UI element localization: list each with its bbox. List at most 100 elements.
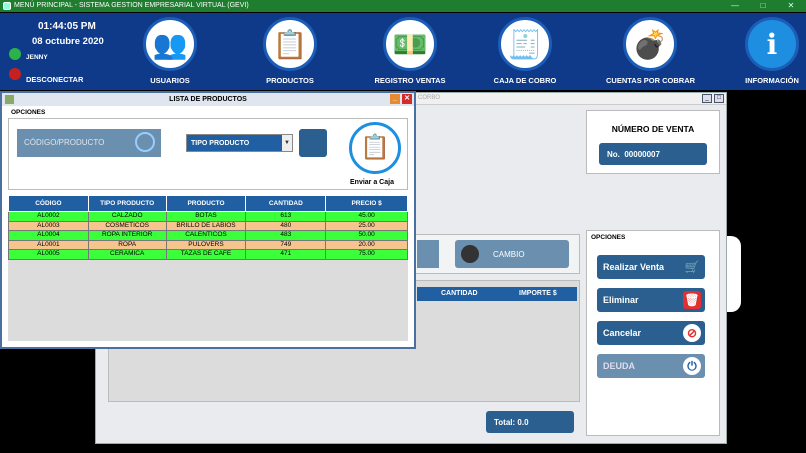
filter-search-button[interactable] <box>299 129 327 157</box>
cambio-field: CAMBIO <box>455 240 569 268</box>
cell: ROPA <box>87 239 167 250</box>
col-cantidad: CANTIDAD <box>441 290 478 297</box>
nav-usuarios[interactable]: 👥 USUARIOS <box>126 17 214 85</box>
cell: 749 <box>245 239 327 250</box>
nav-label: CAJA DE COBRO <box>493 76 557 85</box>
app-logo-icon <box>3 2 11 10</box>
product-opciones-title: OPCIONES <box>11 109 46 116</box>
numero-venta-field: No. 00000007 <box>599 143 707 165</box>
hand-coin-icon <box>461 245 479 263</box>
user-name: JENNY <box>26 54 48 61</box>
side-decor <box>727 236 741 312</box>
nav-informacion[interactable]: i INFORMACIÓN <box>728 17 806 85</box>
money-bomb-icon: 💣 <box>623 17 677 71</box>
money-stack-icon: 💵 <box>383 17 437 71</box>
cell: CALENTICOS <box>165 230 247 241</box>
cancelar-button[interactable]: Cancelar ⊘ <box>597 321 705 345</box>
opciones-title: OPCIONES <box>591 234 626 241</box>
cell: 45.00 <box>325 211 408 222</box>
total-field: Total: 0.0 <box>486 411 574 433</box>
cell: PULOVERS <box>165 239 247 250</box>
numero-value: 00000007 <box>624 149 660 159</box>
top-navigation: 01:44:05 PM 08 octubre 2020 JENNY DESCON… <box>0 13 806 90</box>
numero-venta-title: NÚMERO DE VENTA <box>611 124 695 134</box>
deuda-label: DEUDA <box>603 361 636 371</box>
clipboard-boxes-icon: 📋 <box>263 17 317 71</box>
nav-productos[interactable]: 📋 PRODUCTOS <box>246 17 334 85</box>
enviar-a-caja-label[interactable]: Enviar a Caja <box>350 179 394 186</box>
product-list-title: LISTA DE PRODUCTOS <box>169 96 247 103</box>
cell: 75.00 <box>325 249 408 260</box>
chevron-down-icon[interactable]: ▼ <box>282 135 292 151</box>
cell: 613 <box>245 211 327 222</box>
power-icon: ⏻ <box>683 357 701 375</box>
deuda-button[interactable]: DEUDA ⏻ <box>597 354 705 378</box>
users-icon: 👥 <box>143 17 197 71</box>
cell: BOTAS <box>165 211 247 222</box>
cash-register-icon: 🧾 <box>498 17 552 71</box>
cell: AL0005 <box>8 249 89 260</box>
cell: 20.00 <box>325 239 408 250</box>
cell: 471 <box>245 249 327 260</box>
table-row[interactable]: AL0003 COSMETICOS BRILLO DE LABIOS 480 25.00 <box>8 220 408 231</box>
cancelar-label: Cancelar <box>603 328 642 338</box>
cancel-icon: ⊘ <box>683 324 701 342</box>
col-cantidad[interactable]: CANTIDAD <box>245 195 327 212</box>
nav-registro-ventas[interactable]: 💵 REGISTRO VENTAS <box>366 17 454 85</box>
product-list-close-button[interactable]: ✕ <box>402 94 412 104</box>
search-icon[interactable] <box>135 132 155 152</box>
disconnect-icon[interactable] <box>9 68 21 80</box>
col-precio[interactable]: PRECIO $ <box>325 195 408 212</box>
cell: CERAMICA <box>87 249 167 260</box>
trash-icon: 🗑 <box>683 291 701 309</box>
table-row[interactable]: AL0001 ROPA PULOVERS 749 20.00 <box>8 239 408 250</box>
close-button[interactable]: ✕ <box>780 0 802 12</box>
nav-caja-de-cobro[interactable]: 🧾 CAJA DE COBRO <box>481 17 569 85</box>
cell: CALZADO <box>87 211 167 222</box>
sales-restore-button[interactable]: □ <box>714 94 724 103</box>
col-importe: IMPORTE $ <box>519 290 557 297</box>
partial-field <box>417 240 439 268</box>
title-bar: MENÚ PRINCIPAL - SISTEMA GESTION EMPRESA… <box>0 0 806 12</box>
cambio-label: CAMBIO <box>493 249 525 259</box>
sales-title: CORBO <box>418 95 441 101</box>
product-table: CÓDIGO TIPO PRODUCTO PRODUCTO CANTIDAD P… <box>8 195 408 260</box>
product-list-minimize-button[interactable]: _ <box>390 94 400 104</box>
numero-prefix: No. <box>607 149 620 159</box>
nav-cuentas-por-cobrar[interactable]: 💣 CUENTAS POR COBRAR <box>606 17 695 85</box>
cell: 483 <box>245 230 327 241</box>
nav-label: USUARIOS <box>150 76 190 85</box>
cell: AL0002 <box>8 211 89 222</box>
disconnect-button[interactable]: DESCONECTAR <box>26 75 83 84</box>
realizar-venta-label: Realizar Venta <box>603 262 665 272</box>
product-options-panel: CÓDIGO/PRODUCTO TIPO PRODUCTO ▼ 📋 Enviar … <box>8 118 408 190</box>
product-list-window: LISTA DE PRODUCTOS _ ✕ OPCIONES CÓDIGO/P… <box>0 91 416 349</box>
cell: ROPA INTERIOR <box>87 230 167 241</box>
minimize-button[interactable]: — <box>724 0 746 12</box>
col-producto[interactable]: PRODUCTO <box>165 195 247 212</box>
table-row[interactable]: AL0002 CALZADO BOTAS 613 45.00 <box>8 211 408 222</box>
cell: BRILLO DE LABIOS <box>165 220 247 231</box>
maximize-button[interactable]: □ <box>752 0 774 12</box>
col-tipo-producto[interactable]: TIPO PRODUCTO <box>87 195 167 212</box>
app-title: MENÚ PRINCIPAL - SISTEMA GESTION EMPRESA… <box>14 2 249 9</box>
cell: 25.00 <box>325 220 408 231</box>
nav-label: PRODUCTOS <box>266 76 314 85</box>
tipo-producto-select[interactable]: TIPO PRODUCTO ▼ <box>186 134 293 152</box>
cell: 480 <box>245 220 327 231</box>
numero-venta-panel: NÚMERO DE VENTA No. 00000007 <box>586 110 720 174</box>
clipboard-boxes-icon[interactable]: 📋 <box>349 122 401 174</box>
cell: TAZAS DE CAFE <box>165 249 247 260</box>
table-row[interactable]: AL0005 CERAMICA TAZAS DE CAFE 471 75.00 <box>8 249 408 260</box>
eliminar-button[interactable]: Eliminar 🗑 <box>597 288 705 312</box>
sales-minimize-button[interactable]: _ <box>702 94 712 103</box>
nav-label: INFORMACIÓN <box>745 76 799 85</box>
cell: COSMETICOS <box>87 220 167 231</box>
col-codigo[interactable]: CÓDIGO <box>8 195 89 212</box>
clock-time: 01:44:05 PM <box>38 21 96 32</box>
clock-date: 08 octubre 2020 <box>32 36 104 47</box>
table-row[interactable]: AL0004 ROPA INTERIOR CALENTICOS 483 50.00 <box>8 230 408 241</box>
cart-icon: 🛒 <box>683 258 701 276</box>
cell: AL0001 <box>8 239 89 250</box>
realizar-venta-button[interactable]: Realizar Venta 🛒 <box>597 255 705 279</box>
